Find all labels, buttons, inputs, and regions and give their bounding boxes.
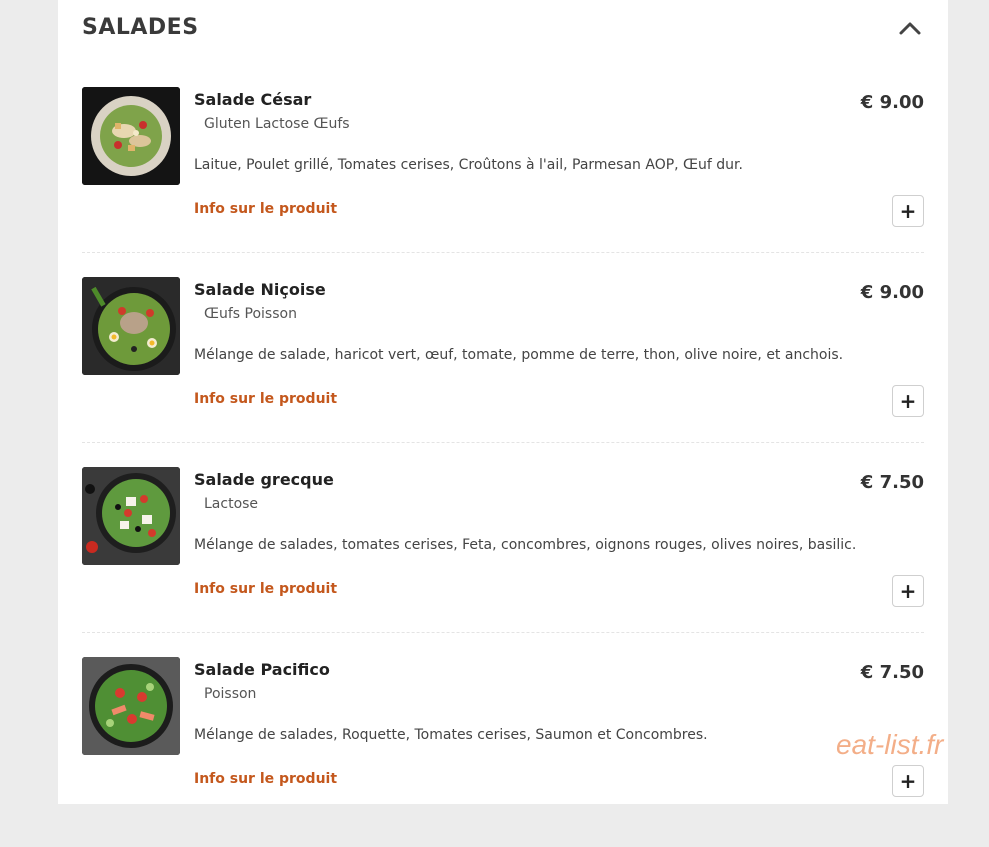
add-to-cart-button[interactable]: + bbox=[892, 765, 924, 797]
item-price: € 7.50 bbox=[860, 472, 924, 493]
divider bbox=[82, 252, 924, 253]
product-image[interactable] bbox=[82, 277, 180, 375]
divider bbox=[82, 632, 924, 633]
product-info-link[interactable]: Info sur le produit bbox=[194, 391, 337, 407]
item-price: € 7.50 bbox=[860, 662, 924, 683]
item-name: Salade Niçoise bbox=[194, 280, 326, 299]
item-name: Salade grecque bbox=[194, 470, 334, 489]
add-to-cart-button[interactable]: + bbox=[892, 385, 924, 417]
menu-item: Salade César Gluten Lactose Œufs Laitue,… bbox=[82, 87, 924, 277]
item-allergens: Poisson bbox=[204, 686, 257, 702]
product-info-link[interactable]: Info sur le produit bbox=[194, 581, 337, 597]
item-description: Mélange de salade, haricot vert, œuf, to… bbox=[194, 347, 844, 363]
plus-icon: + bbox=[899, 389, 917, 413]
product-info-link[interactable]: Info sur le produit bbox=[194, 201, 337, 217]
item-description: Laitue, Poulet grillé, Tomates cerises, … bbox=[194, 157, 743, 173]
plus-icon: + bbox=[899, 199, 917, 223]
watermark: eat-list.fr bbox=[836, 729, 944, 760]
item-allergens: Lactose bbox=[204, 496, 259, 512]
menu-item: Salade Niçoise Œufs Poisson Mélange de s… bbox=[82, 277, 924, 467]
product-image[interactable] bbox=[82, 657, 180, 755]
menu-panel: SALADES Salade César Gluten Lactose Œufs… bbox=[58, 0, 948, 804]
menu-item: Salade grecque Lactose Mélange de salade… bbox=[82, 467, 924, 657]
item-price: € 9.00 bbox=[860, 92, 924, 113]
item-allergens: Gluten Lactose Œufs bbox=[204, 116, 350, 132]
item-description: Mélange de salades, Roquette, Tomates ce… bbox=[194, 727, 708, 743]
plus-icon: + bbox=[899, 769, 917, 793]
item-name: Salade César bbox=[194, 90, 312, 109]
divider bbox=[82, 442, 924, 443]
section-title: SALADES bbox=[82, 15, 199, 40]
item-name: Salade Pacifico bbox=[194, 660, 330, 679]
item-allergens: Œufs Poisson bbox=[204, 306, 297, 322]
menu-item: Salade Pacifico Poisson Mélange de salad… bbox=[82, 657, 924, 847]
add-to-cart-button[interactable]: + bbox=[892, 195, 924, 227]
add-to-cart-button[interactable]: + bbox=[892, 575, 924, 607]
item-price: € 9.00 bbox=[860, 282, 924, 303]
product-image[interactable] bbox=[82, 87, 180, 185]
product-image[interactable] bbox=[82, 467, 180, 565]
chevron-up-icon[interactable] bbox=[896, 14, 924, 42]
section-header[interactable]: SALADES bbox=[82, 0, 924, 60]
plus-icon: + bbox=[899, 579, 917, 603]
item-description: Mélange de salades, tomates cerises, Fet… bbox=[194, 537, 857, 553]
product-info-link[interactable]: Info sur le produit bbox=[194, 771, 337, 787]
